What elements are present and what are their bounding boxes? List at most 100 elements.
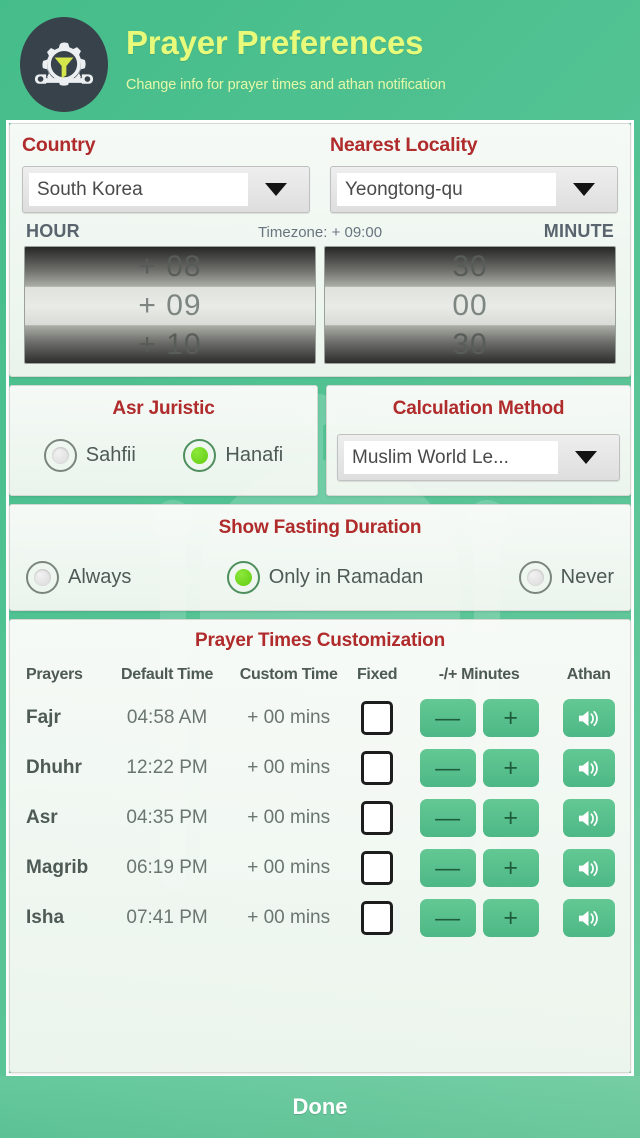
prayer-times-card: Prayer Times Customization Prayers Defau…: [9, 619, 631, 1073]
chevron-down-icon: [558, 451, 614, 464]
table-row: Magrib 06:19 PM + 00 mins — +: [18, 843, 622, 893]
gear-funnel-wrench-icon: [20, 17, 108, 112]
fasting-duration-card: Show Fasting Duration Always Only in Ram…: [9, 504, 631, 611]
cell-prayer-name: Dhuhr: [26, 757, 82, 778]
athan-button[interactable]: [562, 799, 615, 837]
fasting-options: Always Only in Ramadan Never: [20, 561, 620, 594]
chevron-down-icon: [248, 183, 304, 196]
hour-label: HOUR: [26, 221, 80, 241]
fasting-option-never[interactable]: Never: [518, 561, 614, 594]
cell-minutes: — +: [403, 843, 555, 893]
fasting-option-always[interactable]: Always: [26, 561, 131, 594]
asr-option-sahfii[interactable]: Sahfii: [43, 439, 136, 472]
fixed-checkbox[interactable]: [361, 701, 394, 735]
plus-button[interactable]: +: [482, 699, 539, 737]
fixed-checkbox[interactable]: [361, 901, 394, 935]
cell-custom-time: + 00 mins: [247, 807, 331, 828]
locality-dropdown[interactable]: Yeongtong-qu: [330, 166, 618, 213]
column-header-athan: Athan: [566, 666, 611, 683]
cell-athan: [555, 693, 622, 743]
radio-icon[interactable]: [43, 439, 77, 472]
asr-option-label: Hanafi: [225, 444, 284, 466]
country-label: Country: [22, 134, 96, 156]
asr-option-label: Sahfii: [85, 444, 136, 466]
fixed-checkbox[interactable]: [361, 801, 394, 835]
cell-custom-time: + 00 mins: [247, 907, 331, 928]
plus-button[interactable]: +: [482, 749, 539, 787]
minute-next-value[interactable]: 30: [325, 325, 615, 363]
athan-button[interactable]: [562, 849, 615, 887]
athan-button[interactable]: [562, 699, 615, 737]
country-dropdown[interactable]: South Korea: [22, 166, 310, 213]
cell-athan: [555, 743, 622, 793]
plus-button[interactable]: +: [482, 849, 539, 887]
cell-prayer-name: Fajr: [26, 707, 61, 728]
minute-prev-value[interactable]: 30: [325, 247, 615, 287]
radio-icon-selected[interactable]: [226, 561, 260, 594]
table-header-row: Prayers Default Time Custom Time Fixed -…: [18, 666, 622, 693]
speaker-icon: [576, 908, 601, 929]
plus-button[interactable]: +: [482, 899, 539, 937]
cell-minutes: — +: [403, 743, 555, 793]
cell-athan: [555, 893, 622, 943]
calculation-method-dropdown[interactable]: Muslim World Le...: [337, 434, 620, 481]
radio-icon[interactable]: [518, 561, 552, 594]
page-subtitle: Change info for prayer times and athan n…: [126, 76, 446, 93]
fixed-checkbox[interactable]: [361, 851, 394, 885]
minus-button[interactable]: —: [419, 799, 476, 837]
column-header-custom-time: Custom Time: [239, 666, 338, 683]
page-title: Prayer Preferences: [126, 24, 424, 61]
prayer-table-title: Prayer Times Customization: [195, 630, 445, 651]
athan-button[interactable]: [562, 749, 615, 787]
speaker-icon: [576, 708, 601, 729]
cell-custom-time: + 00 mins: [247, 857, 331, 878]
locality-label: Nearest Locality: [330, 134, 478, 156]
minus-button[interactable]: —: [419, 899, 476, 937]
fasting-option-label: Always: [68, 566, 132, 588]
minus-button[interactable]: —: [419, 699, 476, 737]
fasting-option-ramadan[interactable]: Only in Ramadan: [226, 561, 423, 594]
cell-default-time: 07:41 PM: [126, 907, 208, 928]
cell-prayer-name: Isha: [26, 907, 65, 928]
cell-fixed: [351, 893, 403, 943]
minute-spinner[interactable]: 30 00 30: [324, 246, 616, 364]
hour-prev-value[interactable]: + 08: [25, 247, 315, 287]
column-header-default-time: Default Time: [120, 666, 214, 683]
athan-button[interactable]: [562, 899, 615, 937]
cell-default-time: 04:35 PM: [126, 807, 208, 828]
cell-custom-time: + 00 mins: [247, 757, 331, 778]
speaker-icon: [576, 808, 601, 829]
hour-spinner[interactable]: + 08 + 09 + 10: [24, 246, 316, 364]
calculation-title: Calculation Method: [392, 398, 565, 419]
location-card: Country South Korea Nearest Locality Yeo…: [9, 123, 631, 377]
radio-icon-selected[interactable]: [183, 439, 217, 472]
cell-fixed: [351, 843, 403, 893]
minute-selected-value[interactable]: 00: [325, 286, 615, 326]
done-button[interactable]: Done: [0, 1076, 640, 1138]
table-row: Fajr 04:58 AM + 00 mins — +: [18, 693, 622, 743]
plus-button[interactable]: +: [482, 799, 539, 837]
minus-button[interactable]: —: [419, 749, 476, 787]
app-header: Prayer Preferences Change info for praye…: [0, 0, 640, 118]
minus-button[interactable]: —: [419, 849, 476, 887]
column-header-prayers: Prayers: [26, 666, 83, 683]
timezone-labels: HOUR Timezone: + 09:00 MINUTE: [22, 213, 618, 246]
table-row: Dhuhr 12:22 PM + 00 mins — +: [18, 743, 622, 793]
cell-prayer-name: Magrib: [26, 857, 89, 878]
fasting-option-label: Never: [560, 566, 614, 588]
cell-athan: [555, 793, 622, 843]
asr-option-hanafi[interactable]: Hanafi: [183, 439, 283, 472]
table-body: Fajr 04:58 AM + 00 mins — + Dhuhr 12:22 PM + 00…: [18, 693, 622, 943]
timezone-spinners: + 08 + 09 + 10 30 00 30: [22, 246, 618, 370]
cell-fixed: [351, 693, 403, 743]
cell-default-time: 04:58 AM: [126, 707, 208, 728]
table-row: Isha 07:41 PM + 00 mins — +: [18, 893, 622, 943]
asr-options: Sahfii Hanafi: [20, 439, 307, 472]
radio-icon[interactable]: [26, 561, 59, 594]
timezone-summary: Timezone: + 09:00: [257, 224, 383, 241]
column-header-minutes: -/+ Minutes: [438, 666, 520, 683]
hour-selected-value[interactable]: + 09: [25, 286, 315, 326]
cell-prayer-name: Asr: [26, 807, 58, 828]
fixed-checkbox[interactable]: [361, 751, 394, 785]
hour-next-value[interactable]: + 10: [25, 325, 315, 363]
